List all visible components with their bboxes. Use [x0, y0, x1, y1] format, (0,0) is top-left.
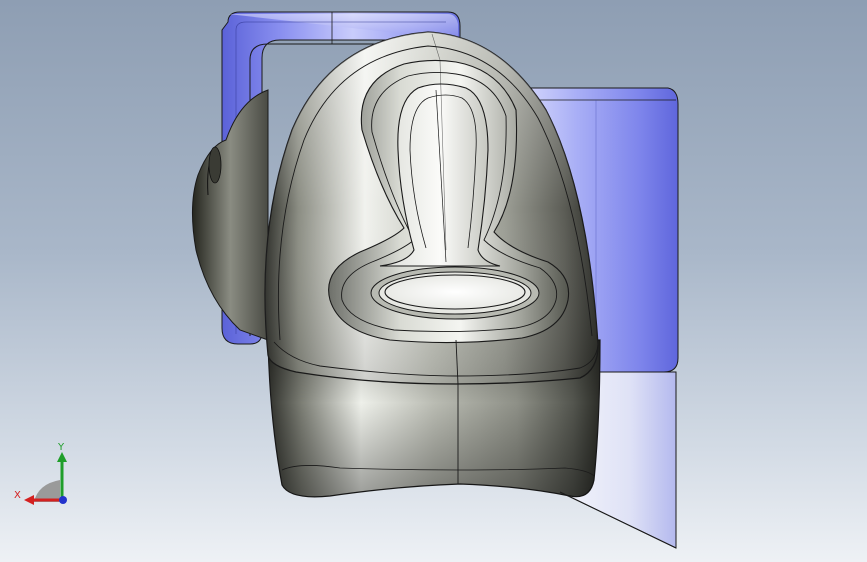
x-axis-label: X	[14, 490, 21, 501]
z-axis-icon	[59, 496, 67, 504]
cad-viewport[interactable]	[0, 0, 867, 562]
coordinate-triad: Y X	[14, 442, 67, 505]
y-axis-label: Y	[57, 442, 65, 453]
